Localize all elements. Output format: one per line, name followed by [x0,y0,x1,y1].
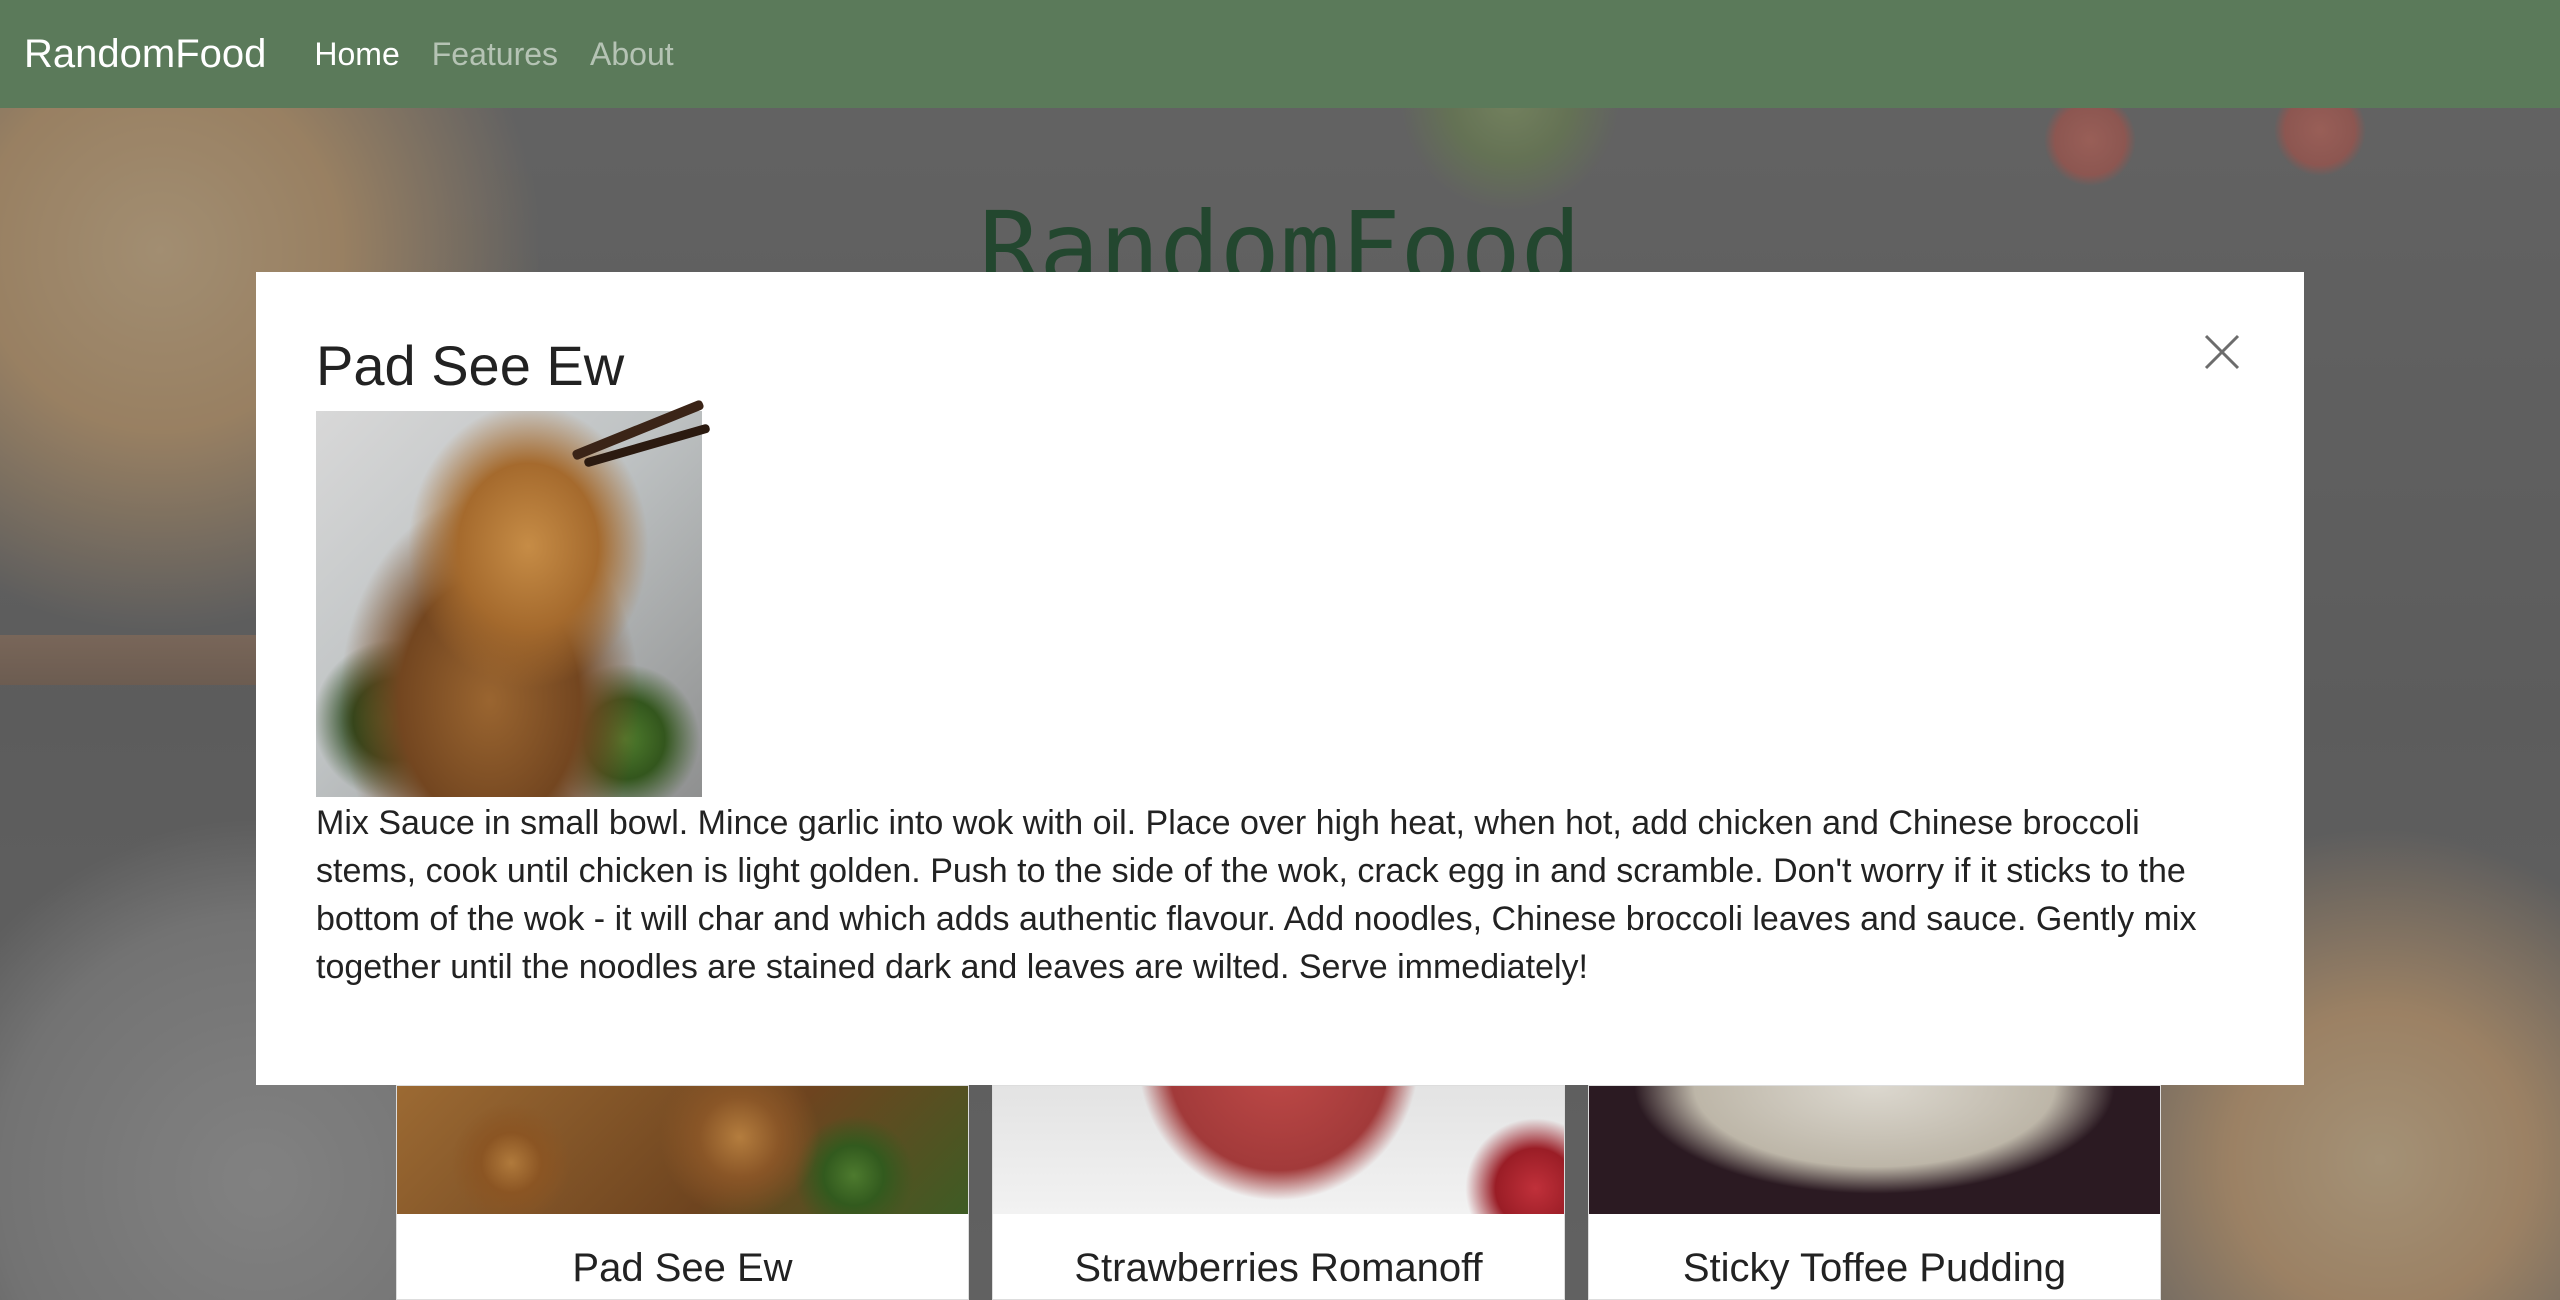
recipe-card-image [397,1086,968,1214]
recipe-card-title: Pad See Ew [572,1246,793,1290]
recipe-card-title: Sticky Toffee Pudding [1682,1246,2067,1290]
modal-title: Pad See Ew [316,334,625,397]
recipe-card-sticky-toffee-pudding[interactable]: Sticky Toffee Pudding [1588,1085,2161,1300]
recipe-modal: Pad See Ew Mix Sauce in small bowl. Minc… [256,272,2304,1085]
navbar-brand[interactable]: RandomFood [24,32,266,77]
navbar: RandomFood Home Features About [0,0,2560,108]
recipe-instructions: Mix Sauce in small bowl. Mince garlic in… [316,804,2197,987]
nav-link-about[interactable]: About [590,36,674,73]
recipe-card-pad-see-ew[interactable]: Pad See Ew [396,1085,969,1300]
recipe-image [316,399,711,798]
recipe-card-title: Strawberries Romanoff [1074,1246,1483,1290]
recipe-card-strawberries-romanoff[interactable]: Strawberries Romanoff [992,1085,1565,1300]
recipe-card-image [993,1086,1564,1214]
nav-link-features[interactable]: Features [432,36,558,73]
nav-link-home[interactable]: Home [314,36,399,73]
recipe-card-image [1589,1086,2160,1214]
recipe-cards: Pad See Ew Strawberries Romanoff Sticky … [396,1085,2166,1300]
close-icon-glyph [2204,334,2240,370]
close-icon[interactable] [2200,330,2244,374]
